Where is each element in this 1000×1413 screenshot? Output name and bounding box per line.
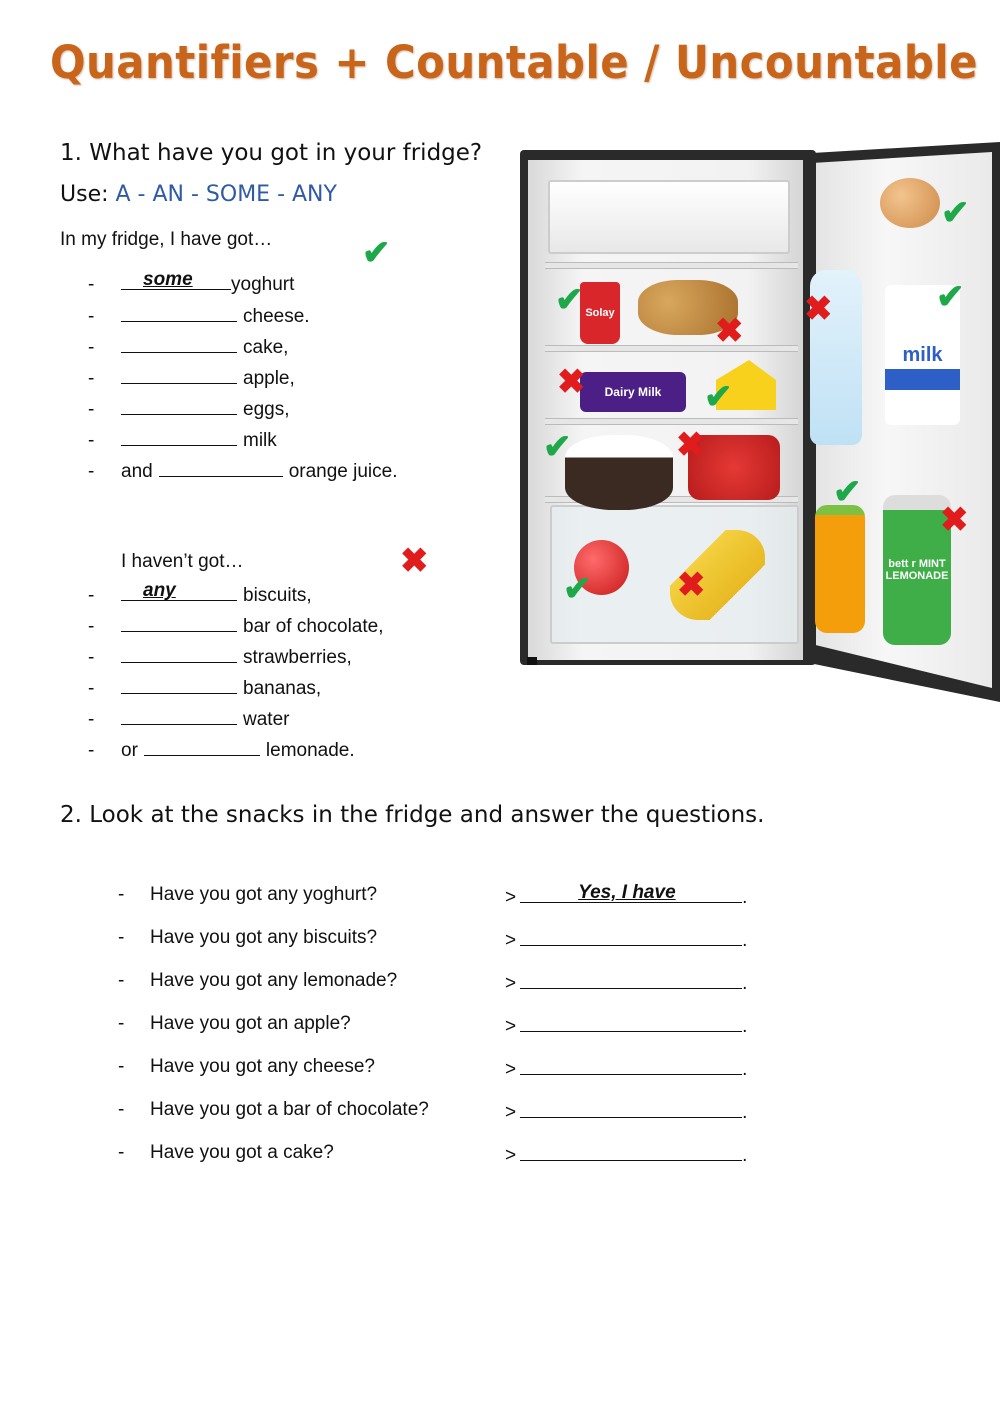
answer-blank[interactable] <box>121 644 237 663</box>
have-item: - milk <box>88 427 277 452</box>
water-cross-icon: ✖ <box>804 290 833 328</box>
question: - Have you got a bar of chocolate? <box>118 1099 429 1120</box>
answer-blank[interactable] <box>121 334 237 353</box>
answer-line: >. <box>505 1056 747 1081</box>
answer-blank[interactable] <box>121 303 237 322</box>
answer-blank[interactable] <box>121 427 237 446</box>
question: - Have you got a cake? <box>118 1142 334 1163</box>
havent-item: - water <box>88 706 289 731</box>
cheese-check-icon: ✔ <box>704 378 733 416</box>
orange-juice-check-icon: ✔ <box>833 473 862 511</box>
havent-item: - bananas, <box>88 675 321 700</box>
answer-line: >. <box>505 1099 747 1124</box>
have-intro: In my fridge, I have got… <box>60 229 273 250</box>
fridge-foot <box>527 657 537 665</box>
freezer-compartment <box>548 180 790 254</box>
yoghurt-check-icon: ✔ <box>555 281 584 319</box>
answer-blank[interactable] <box>158 458 283 477</box>
answer-line: >. <box>505 927 747 952</box>
havent-item: - bar of chocolate, <box>88 613 383 638</box>
answer-blank[interactable] <box>520 1099 743 1118</box>
have-item: - cake, <box>88 334 288 359</box>
answer-line: > Yes, I have. <box>505 882 748 908</box>
answer-blank[interactable] <box>121 396 237 415</box>
milk-check-icon: ✔ <box>936 278 965 316</box>
answer-blank[interactable]: any <box>121 580 237 601</box>
answer-blank[interactable] <box>121 365 237 384</box>
answer-blank[interactable] <box>520 1056 743 1075</box>
answer-blank[interactable] <box>520 927 743 946</box>
apple-check-icon: ✔ <box>563 570 592 608</box>
answer-blank[interactable] <box>520 1013 743 1032</box>
cross-icon: ✖ <box>400 542 429 580</box>
check-icon: ✔ <box>362 234 391 272</box>
have-item: - and orange juice. <box>88 458 398 483</box>
question: - Have you got any biscuits? <box>118 927 378 948</box>
yoghurt-item: Solay <box>580 282 620 344</box>
eggs-item <box>880 178 940 228</box>
chocolate-cross-icon: ✖ <box>557 363 586 401</box>
answer-blank[interactable]: Yes, I have <box>520 882 743 903</box>
section2-heading: 2. Look at the snacks in the fridge and … <box>60 802 765 828</box>
havent-intro: I haven’t got… <box>121 551 244 572</box>
answer-blank[interactable] <box>520 970 743 989</box>
chocolate-item: Dairy Milk <box>580 372 686 412</box>
have-item: - eggs, <box>88 396 289 421</box>
strawberries-cross-icon: ✖ <box>676 426 705 464</box>
answer-line: >. <box>505 1013 747 1038</box>
question: - Have you got any lemonade? <box>118 970 398 991</box>
bananas-cross-icon: ✖ <box>677 566 706 604</box>
use-label: Use: <box>60 182 109 207</box>
answer-blank[interactable] <box>121 675 237 694</box>
eggs-check-icon: ✔ <box>941 194 970 232</box>
biscuits-cross-icon: ✖ <box>715 312 744 350</box>
havent-item: - any biscuits, <box>88 580 312 606</box>
shelf <box>545 418 798 425</box>
answer-blank[interactable] <box>143 737 260 756</box>
question: - Have you got any yoghurt? <box>118 884 378 905</box>
answer-blank[interactable]: some <box>121 269 231 290</box>
have-item: - apple, <box>88 365 295 390</box>
section1-heading: 1. What have you got in your fridge? <box>60 140 483 166</box>
question: - Have you got any cheese? <box>118 1056 375 1077</box>
worksheet-title: Quantifiers + Countable / Uncountable <box>50 36 978 89</box>
cake-item <box>565 435 673 510</box>
answer-blank[interactable] <box>121 613 237 632</box>
use-instruction: Use: A - AN - SOME - ANY <box>60 182 337 207</box>
lemonade-cross-icon: ✖ <box>940 501 969 539</box>
use-options: A - AN - SOME - ANY <box>115 182 337 207</box>
havent-item: - strawberries, <box>88 644 352 669</box>
have-item: - cheese. <box>88 303 310 328</box>
answer-blank[interactable] <box>121 706 237 725</box>
orange-juice-item <box>815 505 865 633</box>
havent-item: - or lemonade. <box>88 737 355 762</box>
answer-blank[interactable] <box>520 1142 743 1161</box>
answer-line: >. <box>505 1142 747 1167</box>
answer-line: >. <box>505 970 747 995</box>
shelf <box>545 262 798 269</box>
shelf <box>545 345 798 352</box>
cake-check-icon: ✔ <box>543 428 572 466</box>
have-item: - some yoghurt <box>88 269 295 295</box>
question: - Have you got an apple? <box>118 1013 351 1034</box>
